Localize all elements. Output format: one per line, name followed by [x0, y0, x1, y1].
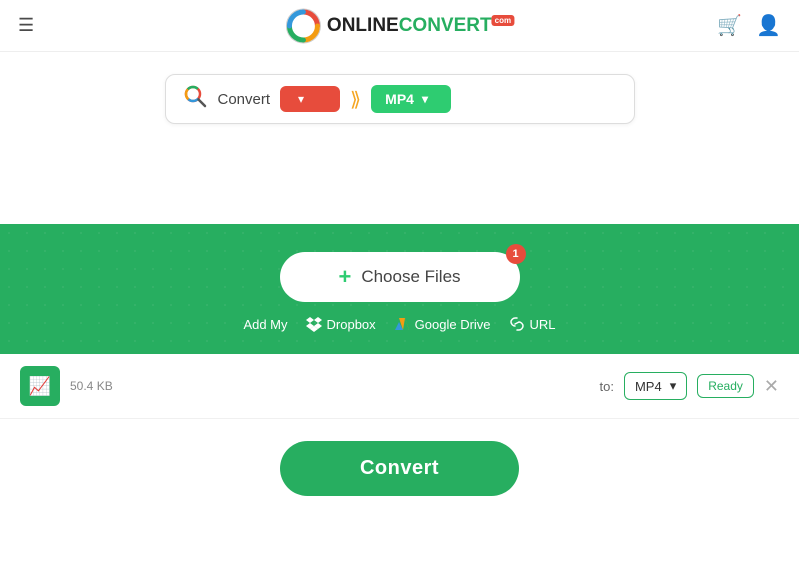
search-bar-wrapper: Convert ▾ ⟫ MP4 ▾ [0, 74, 799, 124]
to-format-value: MP4 [385, 91, 414, 107]
user-icon[interactable]: 👤 [756, 13, 781, 38]
header: ☰ ONLINECONVERTcom 🛒 👤 [0, 0, 799, 52]
file-remove-button[interactable]: ✕ [764, 376, 779, 397]
search-icon-svg [182, 83, 208, 109]
url-label: URL [530, 317, 556, 332]
convert-button[interactable]: Convert [280, 441, 519, 496]
dropbox-icon [306, 316, 322, 332]
file-row: 📈 50.4 KB to: MP4 ▾ Ready ✕ [0, 354, 799, 419]
dropbox-label: Dropbox [327, 317, 376, 332]
logo-svg: ONLINECONVERTcom [285, 8, 514, 44]
url-source[interactable]: URL [509, 316, 556, 332]
search-bar: Convert ▾ ⟫ MP4 ▾ [165, 74, 635, 124]
to-label: to: [599, 379, 613, 394]
header-right: 🛒 👤 [717, 13, 781, 38]
google-drive-label: Google Drive [415, 317, 491, 332]
search-icon [182, 83, 208, 115]
file-type-icon: 📈 [29, 376, 51, 397]
files-badge: 1 [506, 244, 526, 264]
file-thumbnail: 📈 [20, 366, 60, 406]
google-drive-source[interactable]: Google Drive [394, 316, 491, 332]
choose-files-button[interactable]: + Choose Files 1 [280, 252, 520, 302]
file-format-dropdown[interactable]: MP4 ▾ [624, 372, 687, 400]
add-sources-row: Add My Dropbox Google Drive [243, 316, 555, 332]
dropbox-source[interactable]: Dropbox [306, 316, 376, 332]
upload-section: + Choose Files 1 Add My Dropbox [0, 224, 799, 354]
logo-text: ONLINECONVERTcom [327, 15, 514, 37]
arrow-divider-icon: ⟫ [350, 87, 361, 112]
header-left: ☰ [18, 15, 34, 36]
add-my-source[interactable]: Add My [243, 317, 287, 332]
file-format-chevron: ▾ [670, 378, 677, 394]
convert-label: Convert [218, 91, 271, 108]
url-icon [509, 316, 525, 332]
file-size: 50.4 KB [70, 379, 113, 393]
choose-files-label: Choose Files [361, 267, 460, 287]
from-format-dropdown[interactable]: ▾ [280, 86, 340, 112]
add-my-label: Add My [243, 317, 287, 332]
from-chevron-icon: ▾ [298, 92, 304, 106]
to-chevron-icon: ▾ [422, 92, 428, 106]
ready-status-badge: Ready [697, 374, 754, 398]
logo-icon [285, 8, 321, 44]
file-format-value: MP4 [635, 379, 662, 394]
logo[interactable]: ONLINECONVERTcom [285, 8, 514, 44]
hamburger-icon[interactable]: ☰ [18, 15, 34, 36]
google-drive-icon [394, 316, 410, 332]
convert-button-wrapper: Convert [0, 441, 799, 496]
to-format-dropdown[interactable]: MP4 ▾ [371, 85, 451, 113]
cart-icon[interactable]: 🛒 [717, 13, 742, 38]
plus-icon: + [338, 264, 351, 290]
